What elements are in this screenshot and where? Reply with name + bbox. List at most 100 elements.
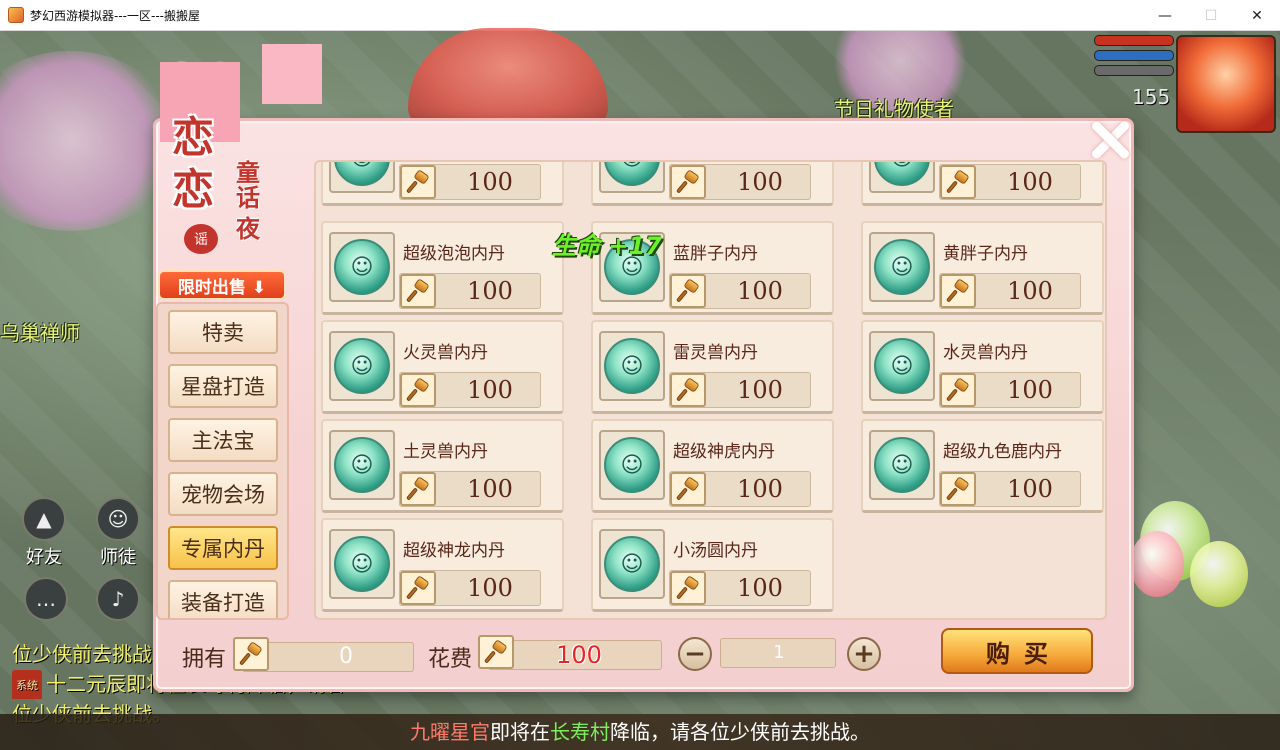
hammer-icon <box>400 571 436 605</box>
shop-banner: 恋 恋 童话 夜 谣 <box>150 64 290 272</box>
maximize-button[interactable]: ☐ <box>1188 0 1234 31</box>
item-icon-frame: ☺ <box>329 232 395 302</box>
item-grid[interactable]: ☺ 100 ☺ 100 ☺ 100 ☺ 超级泡泡内丹 100 ☺ 蓝胖子内丹 100 ☺ 黄胖子内丹 100… <box>314 160 1107 620</box>
system-tag: 系统 <box>12 669 42 699</box>
item-card[interactable]: ☺ 小汤圆内丹 100 <box>591 518 834 612</box>
hammer-icon <box>478 635 514 669</box>
item-price-box: 100 <box>939 372 1081 408</box>
category-equipment-forge[interactable]: 装备打造 <box>168 580 278 618</box>
broadcast-text: 即将在 <box>490 720 550 744</box>
close-window-button[interactable]: ✕ <box>1234 0 1280 31</box>
item-price: 100 <box>1007 168 1053 196</box>
window-controls: — ☐ ✕ <box>1142 0 1280 31</box>
hp-bar <box>1094 35 1174 46</box>
item-price-box: 100 <box>669 471 811 507</box>
item-price: 100 <box>467 376 513 404</box>
item-price: 100 <box>1007 376 1053 404</box>
master-icon: ☺ <box>96 497 140 541</box>
quantity-input[interactable]: 1 <box>721 639 837 667</box>
banner-badge: 谣 <box>184 224 218 254</box>
hammer-icon <box>940 373 976 407</box>
broadcast-banner: 九曜星官即将在长寿村降临，请各位少侠前去挑战。 <box>0 714 1280 750</box>
item-card[interactable]: ☺ 超级九色鹿内丹 100 <box>861 419 1104 513</box>
pet-face-icon: ☺ <box>604 338 660 394</box>
pet-face-icon: ☺ <box>874 338 930 394</box>
quantity-box[interactable]: 1 <box>720 638 836 668</box>
cost-value: 100 <box>556 641 602 669</box>
item-icon-frame: ☺ <box>869 430 935 500</box>
item-card[interactable]: ☺ 雷灵兽内丹 100 <box>591 320 834 414</box>
chat-button[interactable]: … <box>24 577 68 621</box>
minimize-button[interactable]: — <box>1142 0 1188 31</box>
item-price-box: 100 <box>399 471 541 507</box>
item-name: 小汤圆内丹 <box>673 541 758 561</box>
hammer-icon <box>940 472 976 506</box>
item-price-box: 100 <box>669 372 811 408</box>
item-card[interactable]: ☺ 超级神虎内丹 100 <box>591 419 834 513</box>
balloon-decoration <box>1190 541 1248 607</box>
master-label: 师徒 <box>100 547 136 568</box>
own-value: 0 <box>339 644 353 669</box>
friends-button[interactable]: ▲ 好友 <box>22 497 66 569</box>
buy-button[interactable]: 购买 <box>941 628 1093 674</box>
increase-quantity-button[interactable]: + <box>847 637 881 671</box>
master-button[interactable]: ☺ 师徒 <box>96 497 140 569</box>
window-titlebar: 梦幻西游模拟器---一区---搬搬屋 — ☐ ✕ <box>0 0 1280 31</box>
hammer-icon <box>940 274 976 308</box>
item-card[interactable]: ☺ 火灵兽内丹 100 <box>321 320 564 414</box>
pet-face-icon: ☺ <box>604 437 660 493</box>
friends-label: 好友 <box>26 547 62 568</box>
item-card[interactable]: ☺ 超级神龙内丹 100 <box>321 518 564 612</box>
item-card[interactable]: ☺ 黄胖子内丹 100 <box>861 221 1104 315</box>
hat-icon: ▲ <box>22 497 66 541</box>
player-level: 155 <box>1132 85 1171 109</box>
hammer-icon <box>670 274 706 308</box>
item-price-box: 100 <box>399 164 541 200</box>
window-title: 梦幻西游模拟器---一区---搬搬屋 <box>30 8 200 23</box>
cost-label: 花费 <box>428 647 473 672</box>
hammer-icon <box>400 165 436 199</box>
item-name: 水灵兽内丹 <box>943 343 1028 363</box>
hud-status-bars <box>1094 35 1174 80</box>
item-card[interactable]: ☺ 100 <box>321 162 564 206</box>
player-avatar[interactable] <box>1176 35 1276 133</box>
item-icon-frame: ☺ <box>869 232 935 302</box>
broadcast-location: 长寿村 <box>550 720 610 744</box>
item-card[interactable]: ☺ 水灵兽内丹 100 <box>861 320 1104 414</box>
exp-bar <box>1094 65 1174 76</box>
close-icon[interactable] <box>1084 114 1136 166</box>
category-pet-venue[interactable]: 宠物会场 <box>168 472 278 516</box>
item-price-box: 100 <box>669 164 811 200</box>
category-star-plate[interactable]: 星盘打造 <box>168 364 278 408</box>
pet-face-icon: ☺ <box>334 536 390 592</box>
decrease-quantity-button[interactable]: − <box>678 637 712 671</box>
item-name: 超级神龙内丹 <box>403 541 505 561</box>
item-card[interactable]: ☺ 100 <box>861 162 1104 206</box>
item-card[interactable]: ☺ 土灵兽内丹 100 <box>321 419 564 513</box>
item-price-box: 100 <box>939 273 1081 309</box>
item-price: 100 <box>737 376 783 404</box>
item-price: 100 <box>467 277 513 305</box>
category-main-artifact[interactable]: 主法宝 <box>168 418 278 462</box>
item-card[interactable]: ☺ 100 <box>591 162 834 206</box>
item-icon-frame: ☺ <box>869 331 935 401</box>
hammer-icon <box>400 274 436 308</box>
pet-face-icon: ☺ <box>874 239 930 295</box>
item-price: 100 <box>1007 277 1053 305</box>
item-name: 雷灵兽内丹 <box>673 343 758 363</box>
category-special-sale[interactable]: 特卖 <box>168 310 278 354</box>
item-price: 100 <box>737 277 783 305</box>
npc-name-monk[interactable]: 乌巢禅师 <box>0 317 80 346</box>
item-icon-frame: ☺ <box>869 162 935 193</box>
item-card[interactable]: ☺ 超级泡泡内丹 100 <box>321 221 564 315</box>
item-price: 100 <box>467 168 513 196</box>
category-exclusive-core[interactable]: 专属内丹 <box>168 526 278 570</box>
voice-button[interactable]: ♪ <box>96 577 140 621</box>
microphone-icon: ♪ <box>96 577 140 621</box>
item-name: 超级神虎内丹 <box>673 442 775 462</box>
chat-text: 位少侠前去挑战。 <box>12 642 172 666</box>
banner-subtitle: 童话 <box>236 158 260 213</box>
hammer-icon <box>400 472 436 506</box>
item-price: 100 <box>737 168 783 196</box>
floating-stat-text: 生命 +17 <box>552 232 662 260</box>
